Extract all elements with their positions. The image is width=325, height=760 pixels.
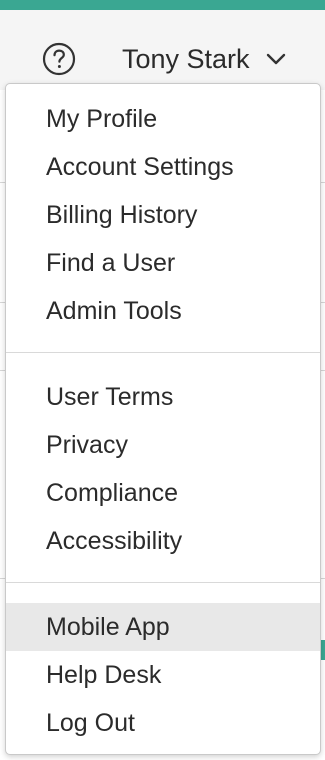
menu-item-privacy[interactable]: Privacy [6, 421, 320, 469]
menu-item-log-out[interactable]: Log Out [6, 699, 320, 747]
menu-divider [6, 352, 320, 353]
menu-section-legal: User Terms Privacy Compliance Accessibil… [6, 373, 320, 565]
menu-item-account-settings[interactable]: Account Settings [6, 143, 320, 191]
menu-section-support: Mobile App Help Desk Log Out [6, 603, 320, 747]
chevron-down-icon [266, 53, 285, 65]
user-dropdown-menu: My Profile Account Settings Billing Hist… [5, 83, 321, 755]
menu-item-billing-history[interactable]: Billing History [6, 191, 320, 239]
menu-item-compliance[interactable]: Compliance [6, 469, 320, 517]
menu-item-help-desk[interactable]: Help Desk [6, 651, 320, 699]
help-circle-icon[interactable] [42, 42, 76, 76]
user-name: Tony Stark [122, 44, 250, 74]
menu-item-accessibility[interactable]: Accessibility [6, 517, 320, 565]
menu-item-mobile-app[interactable]: Mobile App [6, 603, 320, 651]
menu-item-admin-tools[interactable]: Admin Tools [6, 287, 320, 335]
menu-item-my-profile[interactable]: My Profile [6, 95, 320, 143]
menu-item-user-terms[interactable]: User Terms [6, 373, 320, 421]
menu-section-account: My Profile Account Settings Billing Hist… [6, 95, 320, 335]
app-header: Tony Stark [0, 10, 325, 90]
menu-item-find-a-user[interactable]: Find a User [6, 239, 320, 287]
user-menu-toggle[interactable]: Tony Stark [122, 42, 286, 76]
menu-divider [6, 582, 320, 583]
top-accent-bar [0, 0, 325, 10]
